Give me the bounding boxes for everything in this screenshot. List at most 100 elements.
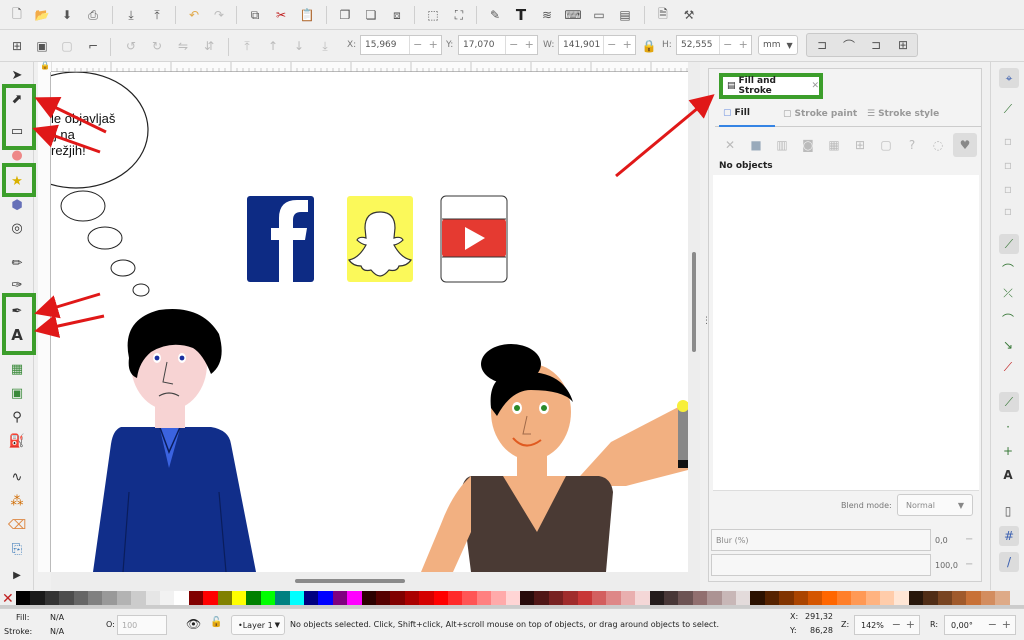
expand-tools-icon[interactable]: ▶ xyxy=(8,566,26,584)
unset-paint-icon[interactable]: ? xyxy=(903,136,921,154)
panel-tab[interactable]: ▤ Fill and Stroke ✕ xyxy=(719,73,823,99)
zoom-field[interactable]: 142% − + xyxy=(854,615,920,635)
snap-object-center-icon[interactable]: · xyxy=(999,418,1017,436)
bezier-tool-icon[interactable]: ✑ xyxy=(8,276,26,294)
fill-rule-evenodd-icon[interactable]: ◌ xyxy=(929,136,947,154)
radial-gradient-icon[interactable]: ◙ xyxy=(799,136,817,154)
rotate-ccw-icon[interactable]: ↺ xyxy=(122,37,140,55)
spiral-tool-icon[interactable]: ◎ xyxy=(8,219,26,237)
drawing-canvas[interactable]: e le objavljaš ij na režjih! xyxy=(51,72,688,572)
close-icon[interactable]: ✕ xyxy=(811,81,819,91)
snap-bbox-icon[interactable]: ⟋ xyxy=(999,100,1017,118)
fill-stroke-icon[interactable]: ▤ xyxy=(616,6,634,24)
duplicate-icon[interactable]: ❐ xyxy=(336,6,354,24)
flip-vertical-icon[interactable]: ⇵ xyxy=(200,37,218,55)
h-field[interactable]: 52,555− + xyxy=(676,35,752,55)
snap-smooth-icon[interactable]: ↘ xyxy=(999,336,1017,354)
lock-guides-icon[interactable]: 🔒 xyxy=(38,61,51,72)
pen-edit-icon[interactable]: ✎ xyxy=(486,6,504,24)
snap-intersection-icon[interactable]: ⤫ xyxy=(999,284,1017,302)
opacity-field[interactable]: 100 xyxy=(117,615,167,635)
flip-horizontal-icon[interactable]: ⇋ xyxy=(174,37,192,55)
deselect-icon[interactable]: ▢ xyxy=(58,37,76,55)
select-all-icon[interactable]: ⊞ xyxy=(8,37,26,55)
zoom-in-button[interactable]: + xyxy=(906,618,915,631)
document-properties-icon[interactable]: 🗎 xyxy=(654,6,672,24)
snap-text-baseline-icon[interactable]: A xyxy=(999,466,1017,484)
snap-bbox-midpoint-icon[interactable]: ▫ xyxy=(999,180,1017,198)
zoom-drawing-icon[interactable]: ⛶ xyxy=(450,6,468,24)
paint-bucket-tool-icon[interactable]: ⛽ xyxy=(8,432,26,450)
clone-icon[interactable]: ❏ xyxy=(362,6,380,24)
horizontal-scroll-thumb[interactable] xyxy=(295,579,405,583)
snap-others-icon[interactable]: ⟋ xyxy=(999,392,1019,412)
units-select[interactable]: mm ▼ xyxy=(758,35,798,55)
eraser-tool-icon[interactable]: ⌫ xyxy=(8,516,26,534)
open-icon[interactable]: 📂 xyxy=(33,6,51,24)
cut-icon[interactable]: ✂ xyxy=(272,6,290,24)
blend-mode-select[interactable]: Normal ▼ xyxy=(897,494,973,516)
snap-cusp-icon[interactable]: ⌒ xyxy=(999,310,1017,328)
snap-bbox-edge-icon[interactable]: ▫ xyxy=(999,132,1017,150)
lower-bottom-icon[interactable]: ⤓ xyxy=(316,37,334,55)
xml-editor-icon[interactable]: ⌨ xyxy=(564,6,582,24)
dropper-tool-icon[interactable]: ⚲ xyxy=(8,408,26,426)
paste-icon[interactable]: 📋 xyxy=(298,6,316,24)
pencil-tool-icon[interactable]: ✏ xyxy=(8,254,26,272)
save-icon[interactable]: ⬇ xyxy=(58,6,76,24)
swatch-icon[interactable]: ▢ xyxy=(877,136,895,154)
fill-rule-nonzero-icon[interactable]: ♥ xyxy=(953,133,977,157)
move-gradients-icon[interactable]: ⊐ xyxy=(867,36,885,54)
lock-icon[interactable]: 🔒 xyxy=(640,37,658,55)
layers-icon[interactable]: ≋ xyxy=(538,6,556,24)
pattern-icon[interactable]: ⊞ xyxy=(851,136,869,154)
print-icon[interactable]: ⎙ xyxy=(84,6,102,24)
raise-icon[interactable]: ↑ xyxy=(264,37,282,55)
snap-toggle-icon[interactable]: ⌖ xyxy=(999,68,1019,88)
lock-layer-icon[interactable]: 🔓 xyxy=(210,617,222,628)
select-same-icon[interactable]: ⌐ xyxy=(84,37,102,55)
spray-tool-icon[interactable]: ⁂ xyxy=(8,492,26,510)
text-icon[interactable]: T xyxy=(512,6,530,24)
preferences-icon[interactable]: ⚒ xyxy=(680,6,698,24)
tab-stroke-paint[interactable]: ▢ Stroke paint xyxy=(779,101,859,127)
snap-path-icon[interactable]: ⌒ xyxy=(999,260,1017,278)
snap-rotation-center-icon[interactable]: + xyxy=(999,442,1017,460)
connector-tool-icon[interactable]: ⎘ xyxy=(8,540,26,558)
undo-icon[interactable]: ↶ xyxy=(185,6,203,24)
snap-guide-icon[interactable]: / xyxy=(999,552,1019,572)
vertical-scroll-thumb[interactable] xyxy=(692,252,696,352)
vertical-scrollbar[interactable] xyxy=(688,62,700,590)
move-patterns-icon[interactable]: ⊞ xyxy=(894,36,912,54)
snap-grid-icon[interactable]: # xyxy=(999,526,1019,546)
mesh-gradient-icon[interactable]: ▦ xyxy=(825,136,843,154)
snap-nodes-icon[interactable]: ⟋ xyxy=(999,234,1019,254)
rotation-field[interactable]: 0,00° − + xyxy=(944,615,1016,635)
snap-bbox-center-icon[interactable]: ▫ xyxy=(999,202,1017,220)
x-field[interactable]: 15,969− + xyxy=(360,35,442,55)
align-icon[interactable]: ▭ xyxy=(590,6,608,24)
flat-color-icon[interactable]: ■ xyxy=(747,136,765,154)
copy-icon[interactable]: ⧉ xyxy=(246,6,264,24)
raise-top-icon[interactable]: ⤒ xyxy=(238,37,256,55)
tab-stroke-style[interactable]: ☰ Stroke style xyxy=(863,101,953,127)
new-document-icon[interactable]: 🗋 xyxy=(8,6,26,24)
zoom-selection-icon[interactable]: ⬚ xyxy=(424,6,442,24)
rotate-minus-button[interactable]: − xyxy=(988,618,997,631)
opacity-slider[interactable] xyxy=(711,554,931,576)
snap-line-midpoint-icon[interactable]: ⟋ xyxy=(999,358,1017,376)
snap-bbox-corner-icon[interactable]: ▫ xyxy=(999,156,1017,174)
blur-stepper[interactable]: − xyxy=(965,534,973,545)
scale-stroke-icon[interactable]: ⊐ xyxy=(813,36,831,54)
selector-tool-icon[interactable]: ➤ xyxy=(8,66,26,84)
tab-fill[interactable]: ▢ Fill xyxy=(719,101,775,127)
rotate-plus-button[interactable]: + xyxy=(1002,618,1011,631)
gradient-tool-icon[interactable]: ▦ xyxy=(8,360,26,378)
export-icon[interactable]: ⤒ xyxy=(148,6,166,24)
linear-gradient-icon[interactable]: ▥ xyxy=(773,136,791,154)
3d-box-tool-icon[interactable]: ⬢ xyxy=(8,196,26,214)
snap-page-border-icon[interactable]: ▯ xyxy=(999,502,1017,520)
eye-icon[interactable]: 👁 xyxy=(186,617,201,631)
blur-slider[interactable]: Blur (%) xyxy=(711,529,931,551)
scale-corners-icon[interactable]: ⌒ xyxy=(840,36,858,54)
